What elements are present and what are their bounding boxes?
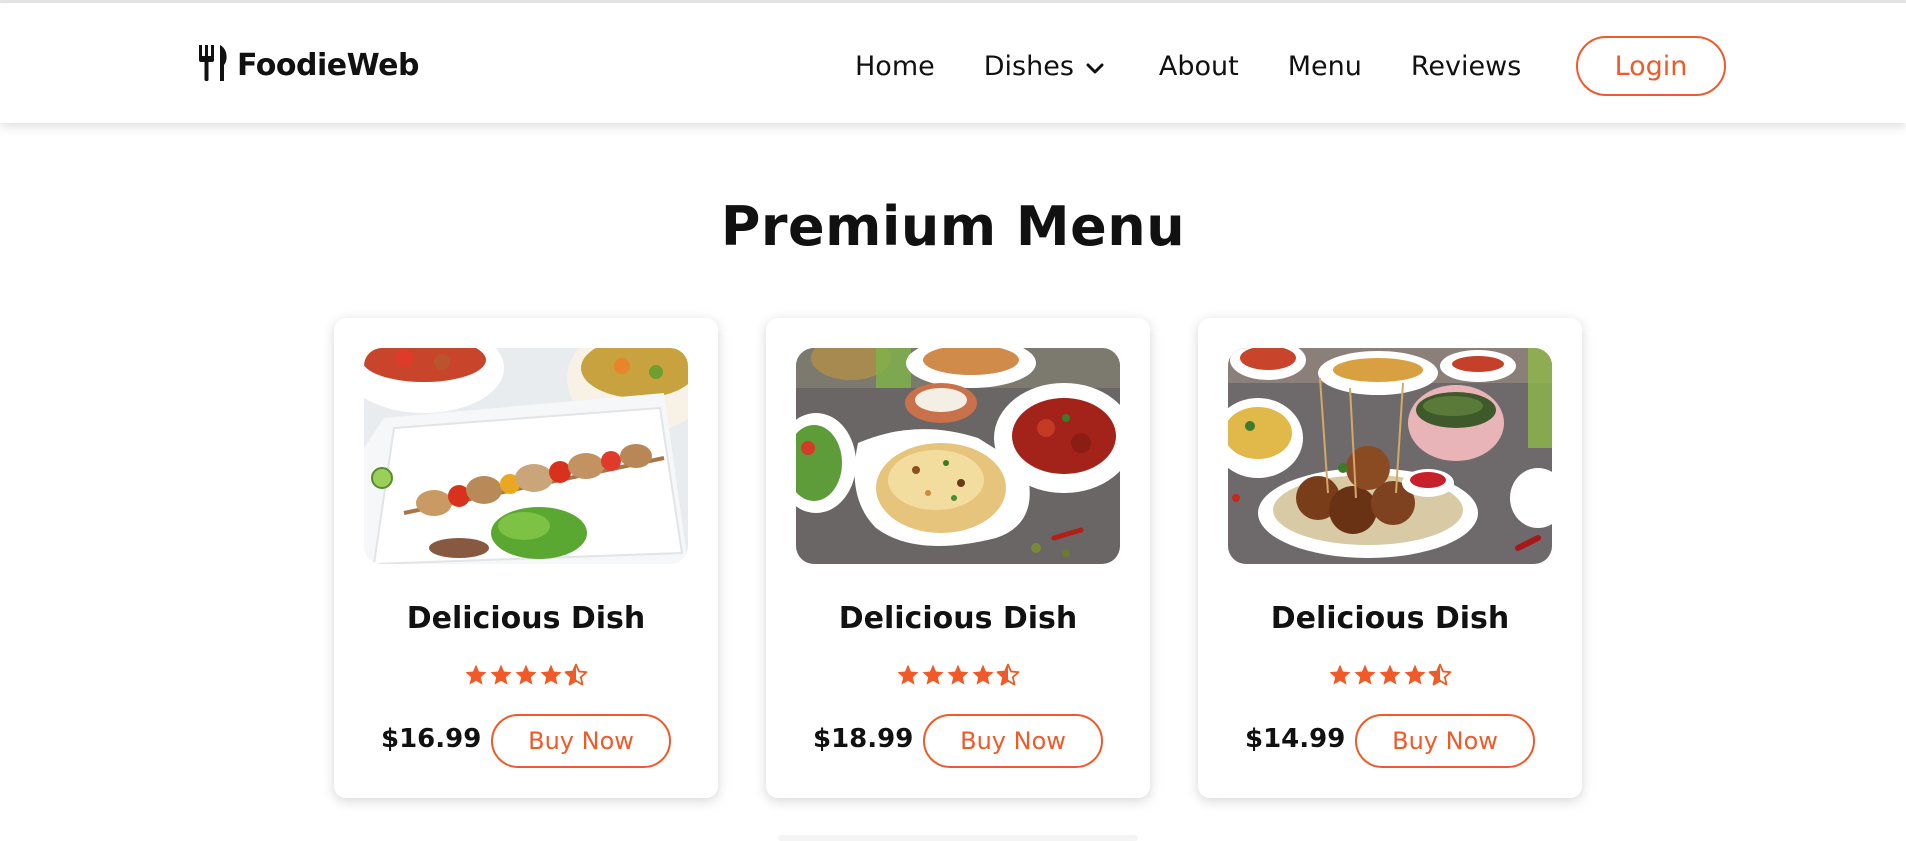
dish-card: Delicious Dish $18.99 Buy Now	[766, 318, 1150, 798]
star-full-icon	[897, 664, 919, 685]
star-full-icon	[1379, 664, 1401, 685]
navbar: FoodieWeb Home Dishes About Menu Reviews…	[0, 3, 1906, 123]
star-full-icon	[1404, 664, 1426, 685]
dish-card: Delicious Dish $14.99 Buy Now	[1198, 318, 1582, 798]
login-button[interactable]: Login	[1576, 36, 1726, 96]
chevron-down-icon	[1086, 51, 1104, 82]
buy-now-button[interactable]: Buy Now	[491, 714, 671, 768]
rating-stars	[334, 663, 718, 687]
brand-logo[interactable]: FoodieWeb	[197, 43, 419, 87]
dish-title: Delicious Dish	[1270, 601, 1510, 636]
page-title: Premium Menu	[720, 195, 1186, 258]
star-full-icon	[515, 664, 537, 685]
star-full-icon	[947, 664, 969, 685]
nav-dishes-label: Dishes	[983, 50, 1074, 82]
fork-knife-icon	[197, 43, 231, 87]
dish-image	[796, 348, 1120, 564]
star-half-icon	[1428, 663, 1452, 686]
buy-now-button[interactable]: Buy Now	[1355, 714, 1535, 768]
next-section-edge	[778, 835, 1138, 841]
dish-title: Delicious Dish	[838, 601, 1078, 636]
star-full-icon	[922, 664, 944, 685]
rating-stars	[1198, 663, 1582, 687]
star-full-icon	[1329, 664, 1351, 685]
star-full-icon	[1354, 664, 1376, 685]
dish-image	[364, 348, 688, 564]
star-full-icon	[972, 664, 994, 685]
dish-card: Delicious Dish $16.99 Buy Now	[334, 318, 718, 798]
star-full-icon	[465, 664, 487, 685]
star-half-icon	[564, 663, 588, 686]
star-full-icon	[490, 664, 512, 685]
brand-name: FoodieWeb	[237, 47, 419, 83]
nav-home[interactable]: Home	[855, 51, 935, 82]
nav-about[interactable]: About	[1159, 51, 1239, 82]
star-full-icon	[540, 664, 562, 685]
main-nav: Home Dishes About Menu Reviews	[855, 43, 1569, 89]
star-half-icon	[996, 663, 1020, 686]
nav-reviews[interactable]: Reviews	[1411, 51, 1521, 82]
dish-price: $14.99	[1245, 724, 1346, 754]
dish-price: $16.99	[381, 724, 482, 754]
buy-now-button[interactable]: Buy Now	[923, 714, 1103, 768]
dish-image	[1228, 348, 1552, 564]
dish-title: Delicious Dish	[406, 601, 646, 636]
nav-dishes-dropdown[interactable]: Dishes	[984, 51, 1104, 82]
nav-menu[interactable]: Menu	[1288, 51, 1362, 82]
dish-price: $18.99	[813, 724, 914, 754]
rating-stars	[766, 663, 1150, 687]
